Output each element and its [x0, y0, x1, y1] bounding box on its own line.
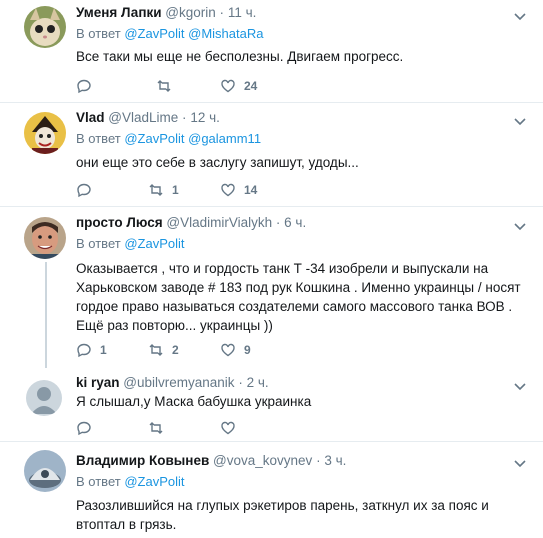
- mention-link[interactable]: @ZavPolit: [124, 26, 184, 41]
- retweet-button[interactable]: 2: [148, 340, 179, 360]
- mention-link[interactable]: @galamm11: [188, 131, 261, 146]
- retweet-count: 2: [172, 343, 179, 357]
- reply-prefix: В ответ: [76, 26, 121, 41]
- tweet-time[interactable]: 6 ч.: [284, 215, 306, 230]
- mention-link[interactable]: @ZavPolit: [124, 131, 184, 146]
- tweet[interactable]: Уменя Лапки @kgorin · 11 ч. В ответ @Zav…: [0, 0, 543, 102]
- tweet-actions: 24: [76, 76, 516, 96]
- reply-count: 1: [100, 343, 107, 357]
- reply-icon: [77, 421, 91, 436]
- separator-dot: ·: [238, 375, 243, 390]
- tweet[interactable]: Vlad @VladLime · 12 ч. В ответ @ZavPolit…: [0, 103, 543, 205]
- tweet-actions: 1 14: [76, 180, 516, 200]
- chevron-down-icon[interactable]: [513, 114, 527, 128]
- separator-dot: ·: [219, 5, 225, 20]
- author-name[interactable]: Уменя Лапки: [76, 5, 162, 20]
- like-button[interactable]: 24: [220, 76, 257, 96]
- author-handle[interactable]: @VladLime: [108, 110, 178, 125]
- tweet-time[interactable]: 2 ч.: [247, 375, 269, 390]
- mention-link[interactable]: @ZavPolit: [124, 474, 184, 489]
- tweet-time[interactable]: 12 ч.: [190, 110, 220, 125]
- author-handle[interactable]: @VladimirVialykh: [166, 215, 272, 230]
- chevron-down-icon[interactable]: [513, 219, 527, 233]
- reply-button[interactable]: [76, 418, 100, 438]
- author-handle[interactable]: @ubilvremyananik: [123, 375, 234, 390]
- heart-icon: [221, 343, 235, 357]
- reply-context: В ответ @ZavPolit: [76, 236, 185, 252]
- reply-icon: [77, 183, 91, 198]
- avatar[interactable]: [24, 450, 66, 492]
- reply-icon: [77, 343, 91, 358]
- tweet-text: Все таки мы еще не бесполезны. Двигаем п…: [76, 49, 404, 64]
- author-handle[interactable]: @kgorin: [165, 5, 215, 20]
- chevron-down-icon[interactable]: [513, 379, 527, 393]
- reply-prefix: В ответ: [76, 131, 121, 146]
- retweet-button[interactable]: [148, 418, 172, 438]
- like-button[interactable]: [220, 418, 244, 438]
- retweet-button[interactable]: [156, 76, 180, 96]
- heart-icon: [221, 421, 235, 435]
- retweet-count: 1: [172, 183, 179, 197]
- author-name[interactable]: ki ryan: [76, 375, 120, 390]
- tweet-text: Разозлившийся на глупых рэкетиров парень…: [76, 498, 489, 532]
- retweet-icon: [149, 422, 163, 434]
- reply-prefix: В ответ: [76, 236, 121, 251]
- author-name[interactable]: Vlad: [76, 110, 105, 125]
- retweet-button[interactable]: 1: [148, 180, 179, 200]
- tweet-text: Я слышал,у Маска бабушка украинка: [76, 394, 312, 409]
- tweet-actions: 1 2 9: [76, 340, 516, 360]
- reply-prefix: В ответ: [76, 474, 121, 489]
- like-count: 14: [244, 183, 258, 197]
- reply-context: В ответ @ZavPolit @MishataRa: [76, 26, 263, 42]
- chevron-down-icon[interactable]: [513, 456, 527, 470]
- tweet-thread: Уменя Лапки @kgorin · 11 ч. В ответ @Zav…: [0, 0, 543, 538]
- heart-icon: [221, 79, 235, 93]
- author-handle[interactable]: @vova_kovynev: [213, 453, 312, 468]
- tweet-text: Оказывается , что и гордость танк Т -34 …: [76, 261, 521, 333]
- tweet-text: они еще это себе в заслугу запишут, удод…: [76, 155, 359, 170]
- avatar[interactable]: [24, 6, 66, 48]
- avatar[interactable]: [24, 217, 66, 259]
- avatar[interactable]: [24, 112, 66, 154]
- reply-context: В ответ @ZavPolit: [76, 474, 185, 490]
- tweet-actions: [76, 418, 516, 438]
- reply-context: В ответ @ZavPolit @galamm11: [76, 131, 261, 147]
- like-button[interactable]: 14: [220, 180, 257, 200]
- reply-button[interactable]: 1: [76, 340, 107, 360]
- retweet-icon: [149, 184, 163, 196]
- reply-button[interactable]: [76, 180, 100, 200]
- tweet-time[interactable]: 3 ч.: [324, 453, 346, 468]
- tweet[interactable]: ki ryan @ubilvremyananik · 2 ч. Я слышал…: [0, 366, 543, 440]
- author-name[interactable]: просто Люся: [76, 215, 163, 230]
- mention-link[interactable]: @ZavPolit: [124, 236, 184, 251]
- separator-dot: ·: [275, 215, 281, 230]
- heart-icon: [221, 183, 235, 197]
- separator-dot: ·: [316, 453, 321, 468]
- author-name[interactable]: Владимир Ковынев: [76, 453, 209, 468]
- reply-icon: [77, 79, 91, 94]
- retweet-icon: [149, 344, 163, 356]
- tweet-time[interactable]: 11 ч.: [228, 5, 257, 20]
- mention-link[interactable]: @MishataRa: [188, 26, 263, 41]
- like-button[interactable]: 9: [220, 340, 251, 360]
- retweet-icon: [157, 80, 171, 92]
- separator-dot: ·: [182, 110, 187, 125]
- like-count: 24: [244, 79, 258, 93]
- tweet[interactable]: просто Люся @VladimirVialykh · 6 ч. В от…: [0, 207, 543, 365]
- tweet[interactable]: Владимир Ковынев @vova_kovynev · 3 ч. В …: [0, 442, 543, 538]
- like-count: 9: [244, 343, 251, 357]
- reply-button[interactable]: [76, 76, 100, 96]
- avatar[interactable]: [26, 380, 62, 416]
- chevron-down-icon[interactable]: [513, 9, 527, 23]
